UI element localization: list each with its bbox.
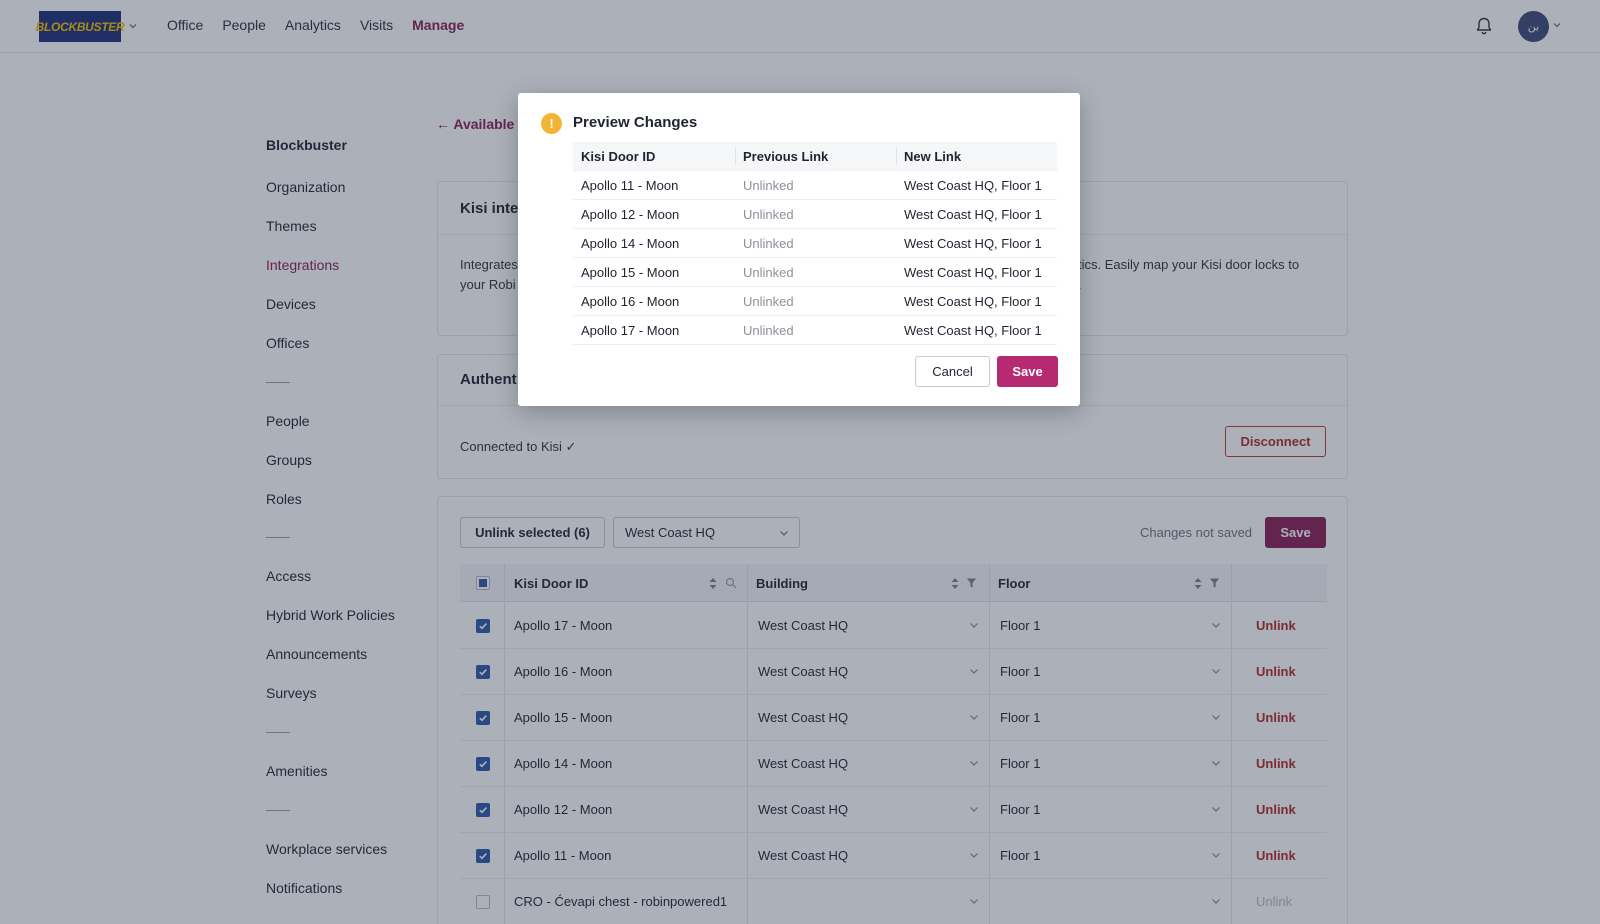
preview-previous-link: Unlinked xyxy=(743,207,794,222)
preview-new-link: West Coast HQ, Floor 1 xyxy=(904,178,1042,193)
preview-door-id: Apollo 12 - Moon xyxy=(581,207,680,222)
preview-door-id: Apollo 14 - Moon xyxy=(581,236,680,251)
preview-new-link: West Coast HQ, Floor 1 xyxy=(904,236,1042,251)
preview-table-row: Apollo 15 - Moon Unlinked West Coast HQ, F… xyxy=(573,258,1057,287)
preview-door-id: Apollo 17 - Moon xyxy=(581,323,680,338)
preview-new-link: West Coast HQ, Floor 1 xyxy=(904,207,1042,222)
preview-column-previous-link: Previous Link xyxy=(743,149,829,164)
preview-table-row: Apollo 16 - Moon Unlinked West Coast HQ, F… xyxy=(573,287,1057,316)
preview-table-row: Apollo 17 - Moon Unlinked West Coast HQ, F… xyxy=(573,316,1057,345)
preview-previous-link: Unlinked xyxy=(743,178,794,193)
preview-table-row: Apollo 12 - Moon Unlinked West Coast HQ, F… xyxy=(573,200,1057,229)
preview-previous-link: Unlinked xyxy=(743,323,794,338)
preview-new-link: West Coast HQ, Floor 1 xyxy=(904,294,1042,309)
preview-changes-dialog: ! Preview Changes Kisi Door ID Previous … xyxy=(518,93,1080,406)
preview-door-id: Apollo 16 - Moon xyxy=(581,294,680,309)
preview-new-link: West Coast HQ, Floor 1 xyxy=(904,323,1042,338)
dialog-title: Preview Changes xyxy=(573,114,698,131)
preview-table-row: Apollo 14 - Moon Unlinked West Coast HQ, F… xyxy=(573,229,1057,258)
preview-table-row: Apollo 11 - Moon Unlinked West Coast HQ, F… xyxy=(573,171,1057,200)
preview-previous-link: Unlinked xyxy=(743,236,794,251)
cancel-button[interactable]: Cancel xyxy=(915,356,990,387)
preview-column-door-id: Kisi Door ID xyxy=(581,149,656,164)
preview-column-new-link: New Link xyxy=(904,149,962,164)
preview-door-id: Apollo 15 - Moon xyxy=(581,265,680,280)
preview-table-header: Kisi Door ID Previous Link New Link xyxy=(573,142,1057,171)
preview-previous-link: Unlinked xyxy=(743,294,794,309)
preview-previous-link: Unlinked xyxy=(743,265,794,280)
preview-door-id: Apollo 11 - Moon xyxy=(581,178,679,193)
preview-new-link: West Coast HQ, Floor 1 xyxy=(904,265,1042,280)
dialog-save-button[interactable]: Save xyxy=(997,356,1058,387)
warning-icon: ! xyxy=(541,113,562,134)
